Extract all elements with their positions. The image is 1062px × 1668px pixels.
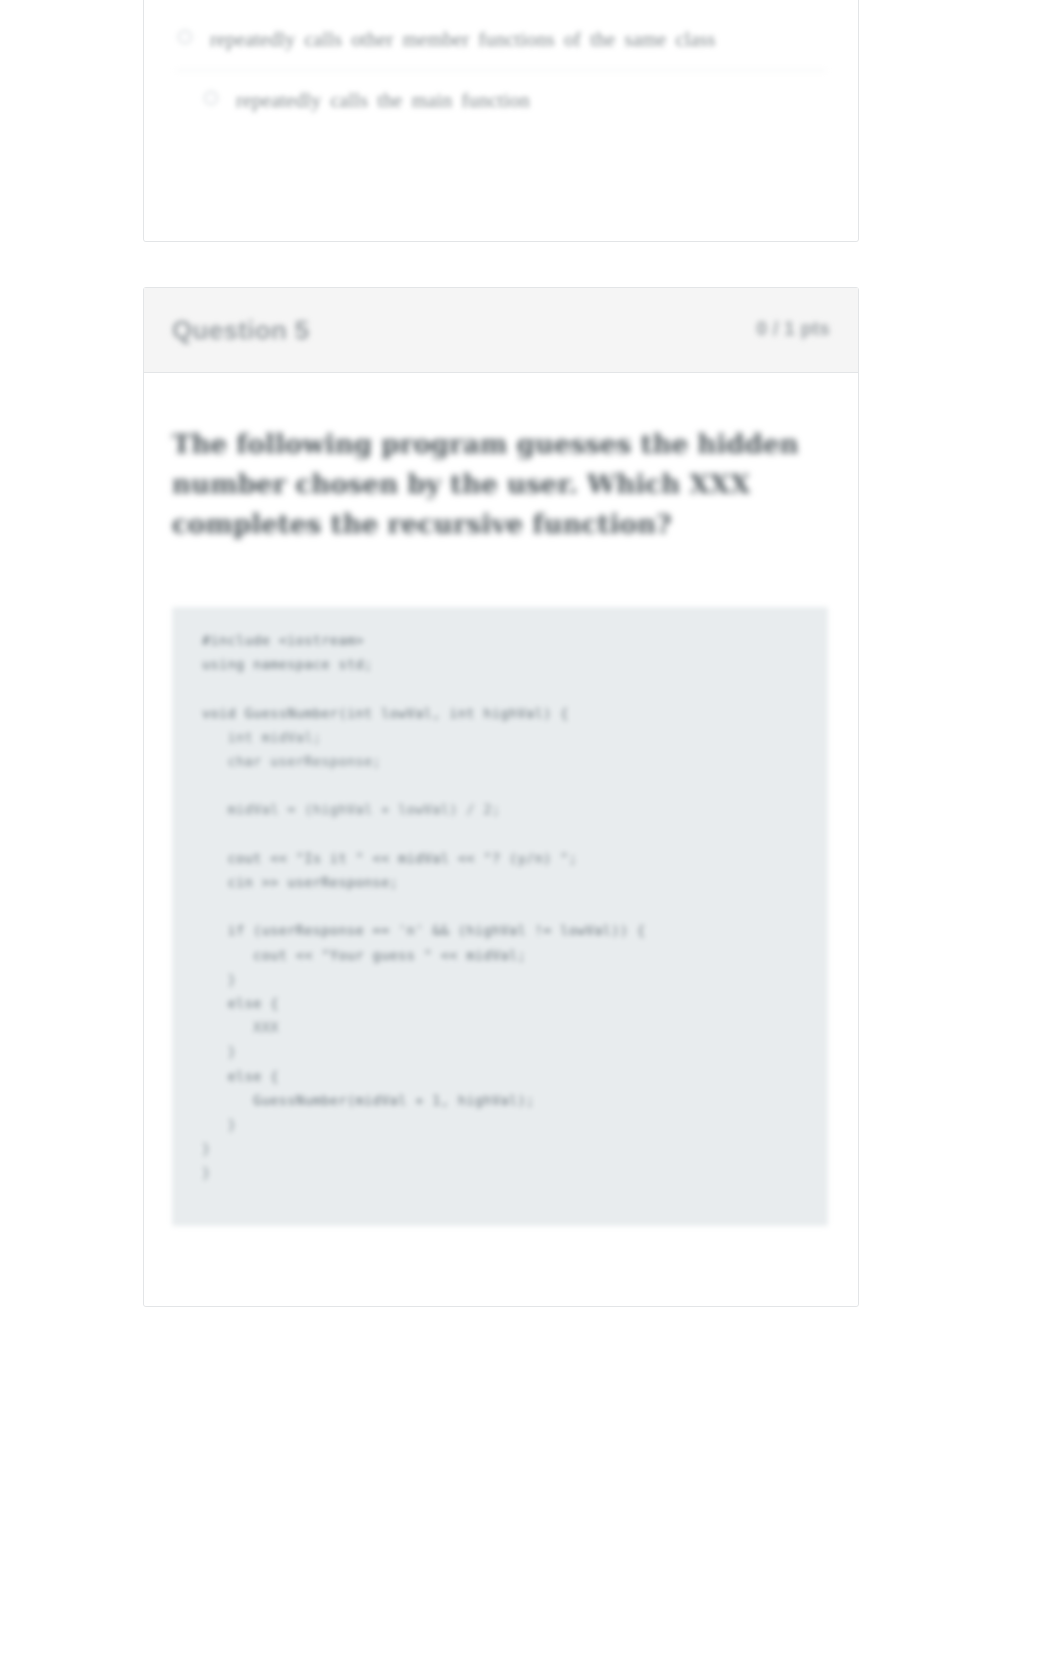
code-line: GuessNumber(midVal + 1, highVal);	[202, 1092, 535, 1109]
code-line: #include <iostream>	[202, 633, 365, 649]
radio-button-icon[interactable]	[178, 30, 192, 44]
code-line: cout << "Is it " << midVal << "? (y/n) "…	[202, 850, 578, 867]
answer-option-label: repeatedly calls the main function	[236, 90, 530, 112]
code-line: }	[202, 1165, 211, 1182]
code-lines: #include <iostream> using namespace std; …	[202, 629, 798, 1186]
code-line: using namespace std;	[202, 657, 373, 674]
code-line: if (userResponse == 'n' && (highVal != l…	[202, 923, 646, 940]
prompt-trailing-marker	[172, 569, 830, 591]
previous-question-card: repeatedly calls other member functions …	[143, 0, 859, 242]
answer-option-row[interactable]: repeatedly calls other member functions …	[176, 10, 826, 70]
code-line: cin >> userResponse;	[202, 875, 399, 892]
code-line: }	[202, 1117, 237, 1134]
code-line: void GuessNumber(int lowVal, int highVal…	[202, 705, 569, 722]
radio-button-icon[interactable]	[204, 91, 218, 105]
question-title: Question 5	[172, 314, 310, 345]
quiz-page: repeatedly calls other member functions …	[0, 0, 1062, 1668]
code-line: }	[202, 971, 237, 988]
answer-option-label: repeatedly calls other member functions …	[210, 29, 716, 51]
code-line: else {	[202, 1068, 279, 1085]
code-line: else {	[202, 996, 279, 1013]
code-line: char userResponse;	[202, 754, 382, 771]
code-line: }	[202, 1141, 211, 1158]
question-body: The following program guesses the hidden…	[144, 373, 858, 1226]
code-snippet-block: #include <iostream> using namespace std; …	[172, 607, 828, 1226]
previous-question-answers: repeatedly calls other member functions …	[144, 10, 858, 131]
question-prompt-text: The following program guesses the hidden…	[172, 430, 799, 540]
answer-option-row[interactable]: repeatedly calls the main function	[176, 70, 826, 131]
code-line: int midVal;	[202, 729, 322, 746]
question-points-badge: 0 / 1 pts	[756, 319, 830, 340]
code-line: XXX	[202, 1020, 279, 1037]
current-question-card: Question 5 0 / 1 pts The following progr…	[143, 287, 859, 1307]
code-line: cout << "Your guess " << midVal;	[202, 947, 527, 964]
question-header: Question 5 0 / 1 pts	[144, 288, 858, 373]
code-line: }	[202, 1044, 237, 1061]
prompt-spacer	[172, 545, 830, 569]
code-line: midVal = (highVal + lowVal) / 2;	[202, 802, 501, 819]
